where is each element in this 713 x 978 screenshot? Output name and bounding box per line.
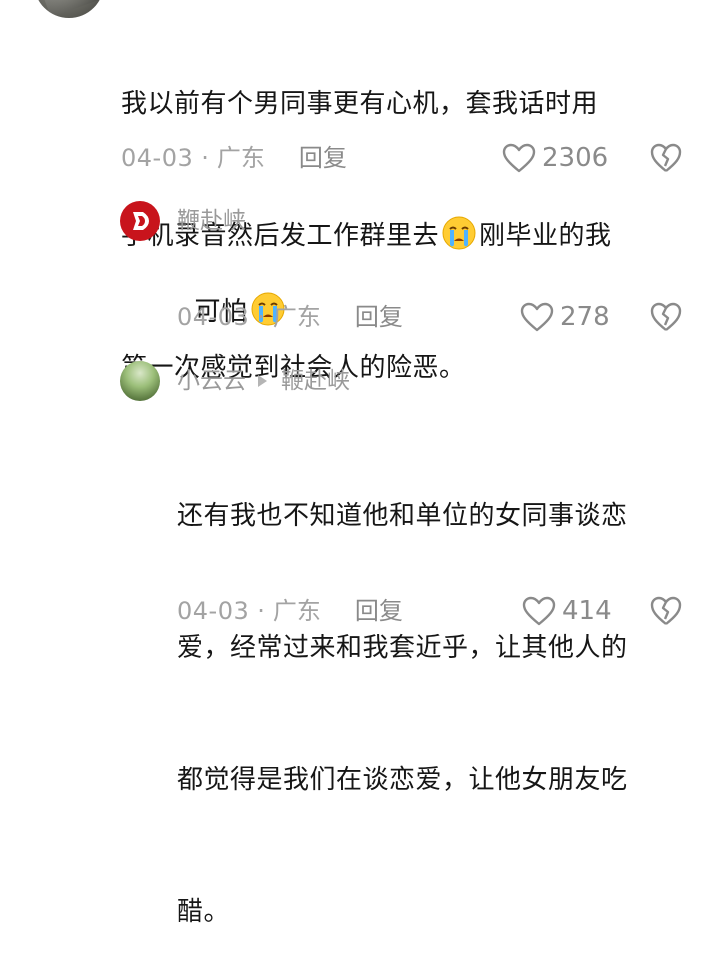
separator-dot: ·	[201, 144, 209, 172]
separator-dot: ·	[257, 303, 265, 331]
commenter-avatar[interactable]	[34, 0, 104, 18]
like-button[interactable]: 278	[520, 300, 610, 334]
heart-outline-icon	[522, 596, 556, 626]
separator-dot: ·	[257, 597, 265, 625]
replier-avatar[interactable]	[120, 361, 160, 401]
reply-meta: 04-03 · 广东 回复	[177, 300, 403, 334]
crying-face-icon	[442, 216, 476, 250]
username-label: 小云云	[177, 368, 246, 394]
triangle-right-icon	[258, 375, 267, 387]
reply-date: 04-03	[177, 303, 250, 331]
broken-heart-icon[interactable]	[650, 142, 682, 174]
reply-line: 爱，经常过来和我套近乎，让其他人的	[177, 633, 628, 663]
comment-date: 04-03	[121, 144, 194, 172]
heart-outline-icon	[520, 302, 554, 332]
reply-line: 醋。	[177, 897, 231, 927]
reply-meta: 04-03 · 广东 回复	[177, 594, 403, 628]
reply-button[interactable]: 回复	[355, 594, 403, 628]
replier-avatar[interactable]	[120, 201, 160, 241]
broken-heart-icon[interactable]	[650, 595, 682, 627]
logo-icon	[133, 212, 149, 230]
like-button[interactable]: 414	[522, 594, 612, 628]
reply-location: 广东	[272, 303, 321, 331]
heart-outline-icon	[502, 143, 536, 173]
comment-line: 我以前有个男同事更有心机，套我话时用	[121, 89, 599, 119]
comment-location: 广东	[216, 144, 265, 172]
reply-username[interactable]: 鞭赴峡	[177, 205, 246, 237]
reply-button[interactable]: 回复	[299, 141, 347, 175]
broken-heart-icon[interactable]	[650, 301, 682, 333]
like-count: 278	[560, 302, 610, 332]
comment-meta: 04-03 · 广东 回复	[121, 141, 347, 175]
reply-location: 广东	[272, 597, 321, 625]
reply-to-username[interactable]: 鞭赴峡	[281, 365, 350, 397]
reply-button[interactable]: 回复	[355, 300, 403, 334]
reply-username[interactable]: 小云云 鞭赴峡	[177, 365, 350, 397]
reply-line: 都觉得是我们在谈恋爱，让他女朋友吃	[177, 765, 628, 795]
reply-date: 04-03	[177, 597, 250, 625]
username-label: 鞭赴峡	[177, 208, 246, 234]
like-count: 414	[562, 596, 612, 626]
like-button[interactable]: 2306	[502, 141, 608, 175]
reply-text: 还有我也不知道他和单位的女同事谈恋 爱，经常过来和我套近乎，让其他人的 都觉得是…	[177, 406, 707, 978]
reply-line: 还有我也不知道他和单位的女同事谈恋	[177, 501, 628, 531]
like-count: 2306	[542, 143, 609, 173]
